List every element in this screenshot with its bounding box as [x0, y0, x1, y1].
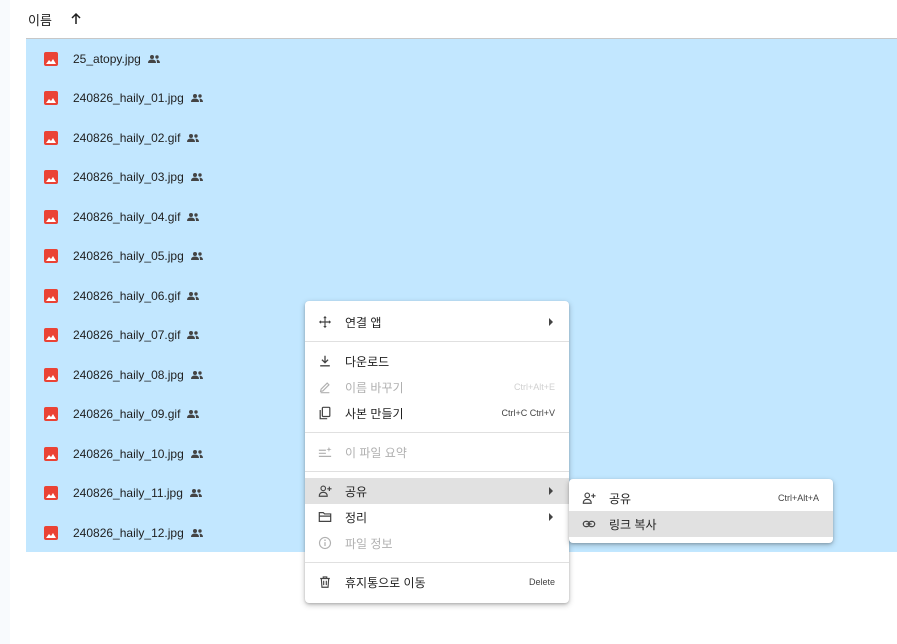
file-name: 240826_haily_08.jpg	[73, 367, 184, 382]
submenu-arrow-icon	[549, 487, 553, 495]
file-row[interactable]: 240826_haily_05.jpg	[26, 237, 897, 277]
submenu-item-copy-link[interactable]: 링크 복사	[569, 511, 833, 537]
shared-people-icon	[190, 251, 204, 261]
file-name: 240826_haily_06.gif	[73, 288, 181, 303]
file-name: 240826_haily_10.jpg	[73, 446, 184, 461]
file-name: 25_atopy.jpg	[73, 51, 141, 66]
move-to-trash-label: 휴지통으로 이동	[345, 575, 426, 590]
make-copy-shortcut: Ctrl+C Ctrl+V	[501, 408, 555, 418]
menu-divider	[305, 341, 569, 342]
image-file-icon	[44, 367, 58, 382]
menu-divider	[305, 471, 569, 472]
image-file-icon	[44, 170, 58, 185]
file-info-label: 파일 정보	[345, 536, 393, 551]
shared-people-icon	[147, 54, 161, 64]
shared-people-icon	[190, 528, 204, 538]
person-add-icon	[317, 483, 333, 499]
file-name: 240826_haily_05.jpg	[73, 249, 184, 264]
shared-people-icon	[186, 291, 200, 301]
context-menu: 연결 앱 다운로드 이름 바꾸기 Ctrl+Alt+E 사본 만들기 Ctrl+…	[305, 301, 569, 603]
file-name: 240826_haily_07.gif	[73, 328, 181, 343]
menu-item-share[interactable]: 공유	[305, 478, 569, 504]
rename-pencil-icon	[317, 379, 333, 395]
shared-people-icon	[190, 370, 204, 380]
arrow-up-icon[interactable]	[68, 11, 84, 27]
image-file-icon	[44, 407, 58, 422]
trash-shortcut: Delete	[528, 577, 555, 587]
copy-icon	[317, 405, 333, 421]
share-label: 공유	[345, 484, 368, 499]
info-icon	[317, 535, 333, 551]
menu-item-open-with[interactable]: 연결 앱	[305, 309, 569, 335]
menu-item-rename[interactable]: 이름 바꾸기 Ctrl+Alt+E	[305, 374, 569, 400]
shared-people-icon	[186, 133, 200, 143]
share-submenu: 공유 Ctrl+Alt+A 링크 복사	[569, 479, 833, 543]
submenu-arrow-icon	[549, 513, 553, 521]
organize-label: 정리	[345, 510, 368, 525]
image-file-icon	[44, 209, 58, 224]
copy-link-label: 링크 복사	[609, 517, 657, 532]
open-with-icon	[317, 314, 333, 330]
trash-icon	[317, 574, 333, 590]
image-file-icon	[44, 288, 58, 303]
menu-item-move-to-trash[interactable]: 휴지통으로 이동 Delete	[305, 569, 569, 595]
file-row[interactable]: 240826_haily_04.gif	[26, 197, 897, 237]
image-file-icon	[44, 446, 58, 461]
menu-item-file-info[interactable]: 파일 정보	[305, 530, 569, 556]
file-name: 240826_haily_02.gif	[73, 130, 181, 145]
file-name: 240826_haily_04.gif	[73, 209, 181, 224]
summarize-label: 이 파일 요약	[345, 445, 407, 460]
shared-people-icon	[186, 212, 200, 222]
shared-people-icon	[190, 172, 204, 182]
download-icon	[317, 353, 333, 369]
file-row[interactable]: 240826_haily_03.jpg	[26, 158, 897, 198]
rename-shortcut: Ctrl+Alt+E	[513, 382, 555, 392]
list-header: 이름	[26, 0, 897, 39]
file-name: 240826_haily_11.jpg	[73, 486, 183, 501]
submenu-arrow-icon	[549, 318, 553, 326]
rename-label: 이름 바꾸기	[345, 380, 404, 395]
image-file-icon	[44, 91, 58, 106]
shared-people-icon	[186, 409, 200, 419]
share-shortcut: Ctrl+Alt+A	[777, 493, 819, 503]
menu-item-summarize[interactable]: 이 파일 요약	[305, 439, 569, 465]
open-with-label: 연결 앱	[345, 315, 382, 330]
file-row[interactable]: 25_atopy.jpg	[26, 39, 897, 79]
shared-people-icon	[190, 449, 204, 459]
image-file-icon	[44, 249, 58, 264]
shared-people-icon	[186, 330, 200, 340]
menu-item-organize[interactable]: 정리	[305, 504, 569, 530]
folder-open-icon	[317, 509, 333, 525]
shared-people-icon	[189, 488, 203, 498]
image-file-icon	[44, 130, 58, 145]
submenu-share-label: 공유	[609, 491, 632, 506]
file-name: 240826_haily_03.jpg	[73, 170, 184, 185]
name-column-header[interactable]: 이름	[28, 10, 52, 29]
image-file-icon	[44, 525, 58, 540]
shared-people-icon	[190, 93, 204, 103]
file-row[interactable]: 240826_haily_02.gif	[26, 118, 897, 158]
file-name: 240826_haily_01.jpg	[73, 91, 184, 106]
menu-divider	[305, 432, 569, 433]
image-file-icon	[44, 486, 58, 501]
person-add-icon	[581, 490, 597, 506]
summarize-sparkle-icon	[317, 444, 333, 460]
link-icon	[581, 516, 597, 532]
menu-item-make-copy[interactable]: 사본 만들기 Ctrl+C Ctrl+V	[305, 400, 569, 426]
submenu-item-share[interactable]: 공유 Ctrl+Alt+A	[569, 485, 833, 511]
file-name: 240826_haily_12.jpg	[73, 525, 184, 540]
make-copy-label: 사본 만들기	[345, 406, 404, 421]
file-name: 240826_haily_09.gif	[73, 407, 181, 422]
image-file-icon	[44, 328, 58, 343]
menu-item-download[interactable]: 다운로드	[305, 348, 569, 374]
file-row[interactable]: 240826_haily_01.jpg	[26, 79, 897, 119]
menu-divider	[305, 562, 569, 563]
download-label: 다운로드	[345, 354, 390, 369]
image-file-icon	[44, 51, 58, 66]
